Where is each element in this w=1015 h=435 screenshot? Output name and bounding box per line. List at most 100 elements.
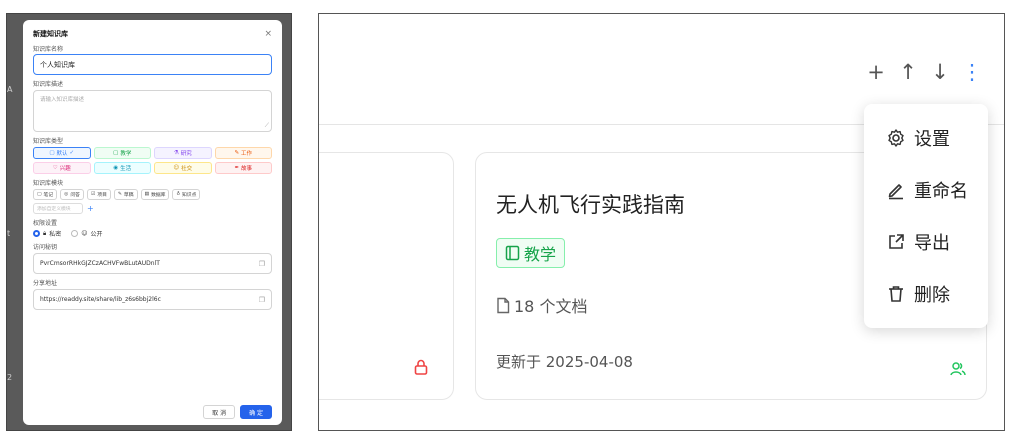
share-url-label: 分享地址 (33, 280, 58, 287)
menu-item-export[interactable]: 导出 (864, 216, 988, 268)
pencil-icon (888, 184, 903, 200)
shared-people-icon (950, 361, 966, 381)
arrow-up-icon[interactable]: ↑ (896, 60, 920, 84)
updated-date: 更新于 2025-04-08 (496, 353, 633, 371)
dialog-actions: 取 消 确 定 (203, 405, 272, 419)
share-url-value: https://readdy.site/share/lib_z6s6bbj2l6… (40, 296, 161, 303)
access-key-label: 访问秘钥 (33, 244, 58, 251)
lock-icon: 🔒︎ (43, 229, 47, 237)
type-option-label: 默认 (56, 151, 68, 157)
module-label: 数据库 (151, 193, 166, 198)
background-fragment: 2 (7, 373, 13, 382)
type-option-label: 故事 (241, 166, 253, 172)
access-key-value: PvrCmsorRHkGJZCzACHVFwBLutAUDnlT (40, 260, 160, 267)
type-option-interest[interactable]: ♡ 兴趣 (33, 162, 91, 174)
module-project[interactable]: ☑ 项目 (86, 189, 111, 200)
card-title: 无人机飞行实践指南 (496, 193, 685, 217)
doc-icon: ▢ (37, 192, 42, 197)
screenshot-root: A t 2 新建知识库 × 知识库名称 个人知识库 知识库描述 请输入知识库描述… (0, 0, 1015, 435)
menu-item-rename[interactable]: 重命名 (864, 164, 988, 216)
card-panel: + ↑ ↓ ⋮ 无人机飞行实践指南 教学 18 个文档 更新于 2025-04-… (318, 13, 1005, 431)
knowledge-base-card-partial[interactable] (319, 152, 454, 400)
radio-selected-icon (33, 230, 40, 237)
book-icon: ▢ (113, 150, 119, 156)
type-option-story[interactable]: ✒ 故事 (214, 162, 272, 174)
module-label: 项目 (97, 193, 107, 198)
type-option-life[interactable]: ◉ 生活 (93, 162, 151, 174)
access-key-field[interactable]: PvrCmsorRHkGJZCzACHVFwBLutAUDnlT ❐ (33, 253, 272, 274)
lock-icon (414, 359, 428, 379)
book-icon: ▢ (49, 150, 55, 156)
custom-module-placeholder: 添加自定义模块 (37, 207, 71, 212)
category-tag: 教学 (496, 238, 566, 268)
close-icon[interactable]: × (264, 29, 272, 39)
cancel-button[interactable]: 取 消 (203, 405, 236, 419)
document-icon (497, 297, 510, 313)
module-database[interactable]: ▤ 数据库 (140, 189, 170, 200)
type-option-label: 教学 (120, 151, 132, 157)
radio-unselected-icon (71, 230, 79, 237)
name-input[interactable]: 个人知识库 (33, 54, 272, 75)
module-options: ▢ 笔记 ◎ 问答 ☑ 项目 ✎ 草稿 ▤ 数据库 ♁ 知识点 (33, 189, 272, 200)
pen-icon: ✎ (117, 192, 122, 197)
module-label: 问答 (70, 193, 80, 198)
add-icon[interactable]: + (864, 60, 888, 84)
type-option-default[interactable]: ▢ 默认 ✓ (33, 147, 91, 159)
module-draft[interactable]: ✎ 草稿 (113, 189, 138, 200)
type-option-label: 生活 (120, 166, 132, 172)
new-knowledge-base-dialog: 新建知识库 × 知识库名称 个人知识库 知识库描述 请输入知识库描述 ⟋ 知识库… (23, 20, 282, 425)
type-option-work[interactable]: ✎ 工作 (214, 147, 272, 159)
type-option-teaching[interactable]: ▢ 教学 (93, 147, 151, 159)
module-label: 草稿 (123, 193, 134, 198)
confirm-button[interactable]: 确 定 (240, 405, 272, 419)
check-icon: ✓ (69, 150, 75, 156)
resize-handle-icon[interactable]: ⟋ (265, 122, 269, 130)
module-notes[interactable]: ▢ 笔记 (33, 189, 58, 200)
menu-item-label: 导出 (914, 233, 950, 254)
custom-module-row: 添加自定义模块 + (33, 203, 272, 214)
description-placeholder: 请输入知识库描述 (40, 97, 85, 103)
copy-icon[interactable]: ❐ (259, 296, 265, 304)
name-label: 知识库名称 (33, 46, 64, 53)
module-knowledge-point[interactable]: ♁ 知识点 (172, 189, 201, 200)
description-label: 知识库描述 (33, 81, 64, 88)
checklist-icon: ☑ (90, 192, 96, 197)
menu-item-label: 设置 (914, 129, 950, 150)
module-label: 笔记 (43, 193, 54, 198)
toolbar: + ↑ ↓ ⋮ (864, 60, 984, 84)
heart-icon: ♡ (52, 165, 58, 171)
more-vertical-icon[interactable]: ⋮ (960, 60, 984, 84)
menu-item-label: 删除 (914, 285, 950, 306)
type-option-label: 社交 (181, 166, 193, 172)
permission-public-radio[interactable]: ☺ 公开 (71, 229, 103, 238)
document-count: 18 个文档 (496, 293, 587, 317)
add-module-button[interactable]: + (87, 204, 94, 213)
module-label: 知识库模块 (33, 180, 64, 187)
permission-label: 权限设置 (33, 220, 58, 227)
type-option-social[interactable]: ☺ 社交 (154, 162, 212, 174)
trash-icon (889, 286, 903, 302)
quill-icon: ✒ (234, 165, 240, 171)
description-textarea[interactable]: 请输入知识库描述 ⟋ (33, 90, 272, 132)
copy-icon[interactable]: ❐ (259, 260, 265, 268)
arrow-down-icon[interactable]: ↓ (928, 60, 952, 84)
dialog-header: 新建知识库 × (33, 28, 272, 40)
module-label: 知识点 (181, 193, 197, 198)
share-url-field[interactable]: https://readdy.site/share/lib_z6s6bbj2l6… (33, 289, 272, 310)
type-option-research[interactable]: ⚗ 研究 (154, 147, 212, 159)
module-qa[interactable]: ◎ 问答 (60, 189, 84, 200)
gear-icon (888, 129, 904, 147)
card-actions-menu: 设置 重命名 导出 删除 (864, 104, 988, 328)
bulb-icon: ♁ (176, 192, 180, 197)
category-tag-label: 教学 (524, 245, 557, 264)
type-option-label: 兴趣 (59, 166, 71, 172)
menu-item-settings[interactable]: 设置 (864, 112, 988, 164)
briefcase-icon: ✎ (234, 150, 240, 156)
type-option-label: 工作 (241, 151, 253, 157)
background-fragment: t (7, 229, 11, 238)
permission-private-radio[interactable]: 🔒︎ 私密 (33, 229, 61, 238)
type-label: 知识库类型 (33, 138, 64, 145)
custom-module-input[interactable]: 添加自定义模块 (33, 203, 83, 214)
menu-item-delete[interactable]: 删除 (864, 268, 988, 320)
globe-icon: ◉ (113, 165, 119, 171)
